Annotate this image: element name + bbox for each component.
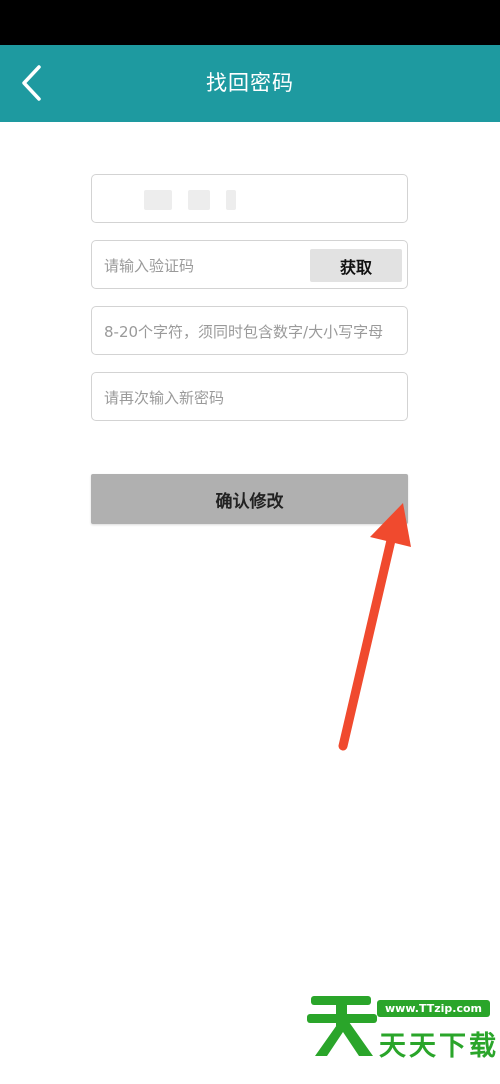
get-code-button[interactable]: 获取 (310, 249, 402, 282)
new-password-input[interactable] (102, 307, 406, 356)
confirm-password-field[interactable] (91, 372, 408, 422)
status-bar (0, 0, 500, 45)
confirm-password-input[interactable] (102, 373, 406, 422)
back-button[interactable] (10, 57, 54, 109)
new-password-field[interactable] (91, 306, 408, 356)
verification-code-input[interactable] (102, 241, 306, 290)
chevron-left-icon (22, 65, 41, 101)
nav-bar: 找回密码 (0, 45, 500, 122)
watermark-url: www.TTzip.com (377, 1000, 490, 1017)
confirm-change-button[interactable]: 确认修改 (91, 474, 408, 524)
page-title: 找回密码 (206, 71, 294, 95)
phone-field[interactable] (91, 174, 408, 223)
annotation-arrow (338, 503, 411, 751)
verification-code-field[interactable]: 获取 (91, 240, 408, 290)
watermark-logo (307, 996, 377, 1056)
phone-number-masked (144, 190, 254, 210)
watermark: www.TTzip.com 天天下载 (305, 990, 496, 1062)
watermark-brand: 天天下载 (379, 1031, 499, 1062)
